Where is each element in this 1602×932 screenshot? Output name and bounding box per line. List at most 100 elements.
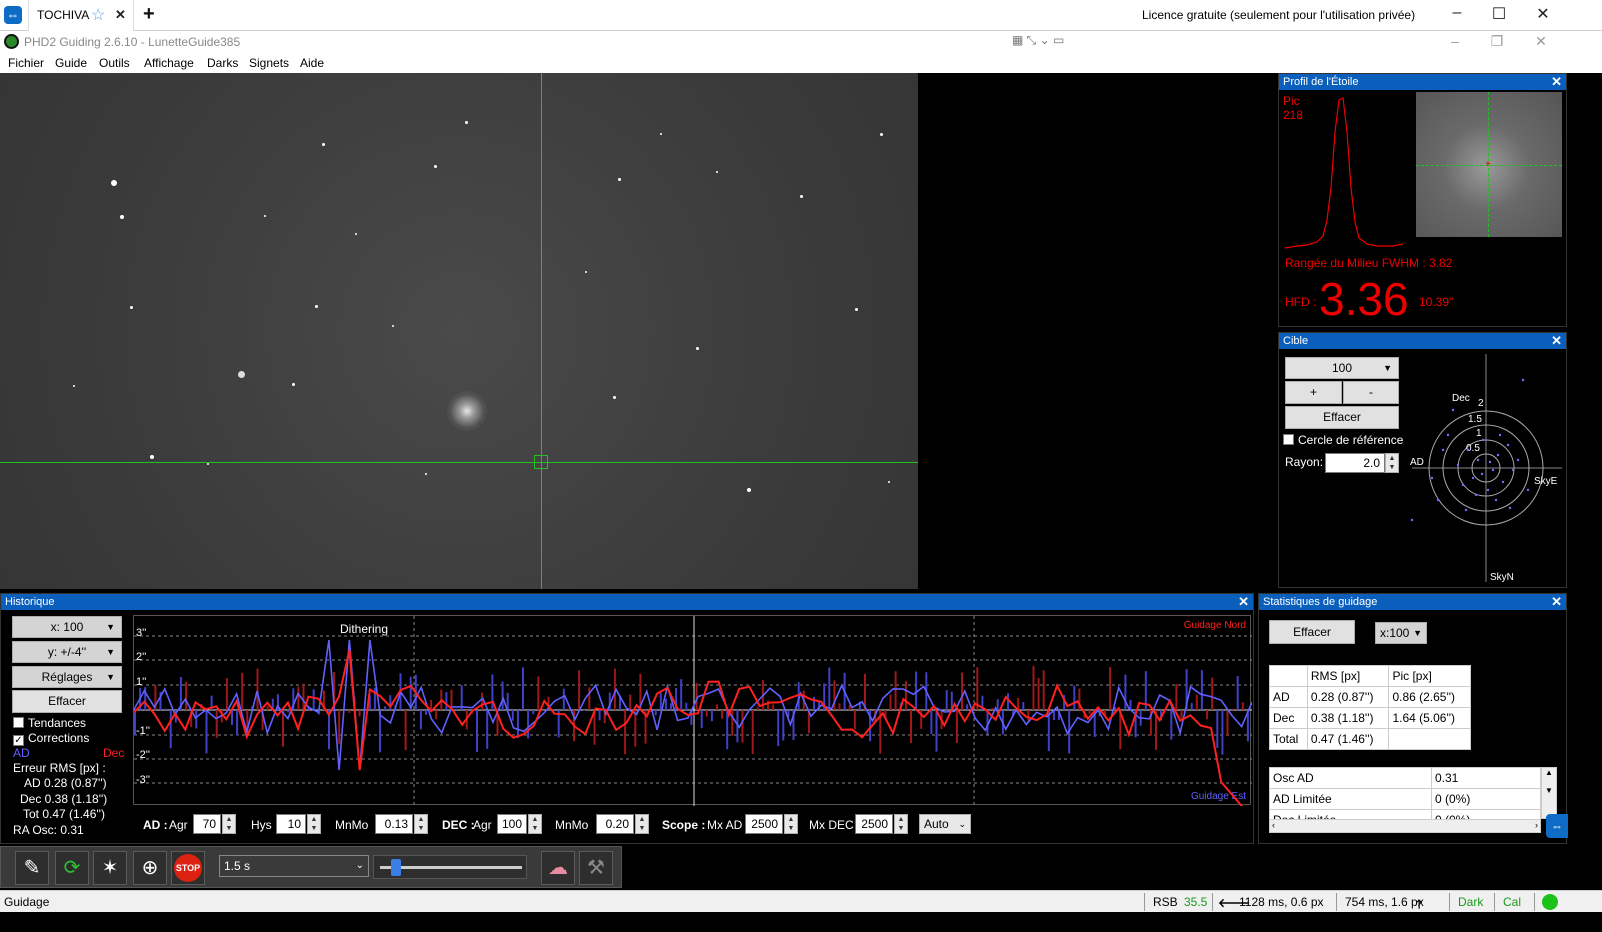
- history-graph[interactable]: 3'' 2'' 1'' -1'' -2'' -3'' Dithering Gui…: [133, 615, 1254, 819]
- ad-hysteresis-input[interactable]: 10: [276, 814, 306, 834]
- history-y-scale-select[interactable]: y: +/-4'' ▼: [12, 641, 122, 663]
- close-window-button[interactable]: ✕: [1528, 4, 1558, 24]
- y-label-1: 1'': [136, 676, 146, 688]
- dec-params-label: DEC :: [442, 818, 475, 832]
- ad-hysteresis-spinner[interactable]: ▲ ▼: [307, 814, 321, 834]
- close-icon[interactable]: ✕: [1551, 594, 1562, 610]
- correction-bar: [813, 696, 815, 710]
- dec-mode-select[interactable]: Auto ⌄: [919, 814, 971, 834]
- target-zoom-select[interactable]: 100 ▼: [1285, 357, 1399, 379]
- minimize-button[interactable]: –: [1442, 4, 1472, 22]
- correction-bar: [338, 710, 341, 744]
- camera-view[interactable]: [0, 73, 918, 589]
- dec-aggressiveness-spinner[interactable]: ▲ ▼: [528, 814, 542, 834]
- max-dec-duration-spinner[interactable]: ▲ ▼: [894, 814, 908, 834]
- phd2-minimize-button[interactable]: –: [1440, 33, 1470, 49]
- phd2-restore-button[interactable]: ❐: [1482, 33, 1512, 50]
- checkbox[interactable]: ✓: [13, 735, 24, 746]
- correction-bar: [511, 710, 514, 721]
- close-icon[interactable]: ✕: [115, 7, 126, 23]
- table-cell: Total: [1269, 728, 1308, 750]
- target-zoom-out-button[interactable]: -: [1343, 381, 1399, 404]
- plus-icon[interactable]: +: [143, 3, 155, 26]
- stop-button[interactable]: STOP: [171, 851, 205, 885]
- correction-bar: [751, 710, 754, 754]
- phd2-close-button[interactable]: ✕: [1526, 33, 1556, 50]
- ad-mnmo-label: MnMo: [335, 818, 369, 832]
- correction-bar: [195, 710, 198, 729]
- correction-bar: [266, 706, 269, 710]
- correction-bar: [991, 707, 994, 710]
- star-guide-icon[interactable]: ✶: [93, 851, 127, 885]
- stats-horizontal-scrollbar[interactable]: ‹ ›: [1269, 819, 1541, 833]
- correction-bar: [680, 679, 683, 710]
- max-ad-duration-input[interactable]: 2500: [745, 814, 783, 834]
- star-profile-panel: Profil de l'Étoile ✕ Pic 218 + Rangée du…: [1278, 73, 1567, 327]
- menu-signets[interactable]: Signets: [249, 56, 289, 70]
- dec-min-move-spinner[interactable]: ▲ ▼: [635, 814, 649, 834]
- ad-aggressiveness-spinner[interactable]: ▲ ▼: [222, 814, 236, 834]
- corrections-checkbox[interactable]: ✓ Corrections: [13, 731, 89, 746]
- radius-spinner[interactable]: ▲ ▼: [1385, 453, 1399, 473]
- loop-icon[interactable]: ⟳: [55, 851, 89, 885]
- panel-header: Profil de l'Étoile ✕: [1279, 74, 1566, 90]
- target-clear-button[interactable]: Effacer: [1285, 406, 1399, 429]
- checkbox[interactable]: [13, 717, 24, 728]
- maximize-button[interactable]: ☐: [1484, 4, 1514, 24]
- wrench-icon[interactable]: ⚒: [579, 851, 613, 885]
- menu-aide[interactable]: Aide: [300, 56, 324, 70]
- pencil-icon[interactable]: ✎: [15, 851, 49, 885]
- chevron-down-icon: ▼: [106, 622, 115, 632]
- correction-bar: [1022, 702, 1025, 710]
- menu-affichage[interactable]: Affichage: [144, 56, 194, 70]
- max-dec-duration-input[interactable]: 2500: [855, 814, 893, 834]
- reference-circle-checkbox[interactable]: Cercle de référence: [1283, 433, 1403, 447]
- radius-input[interactable]: 2.0: [1325, 453, 1385, 473]
- slider-thumb[interactable]: [391, 859, 401, 876]
- history-settings-button[interactable]: Réglages ▼: [12, 666, 122, 688]
- trends-checkbox[interactable]: Tendances: [13, 716, 86, 730]
- ad-aggressiveness-input[interactable]: 70: [193, 814, 221, 834]
- remote-tools-icon[interactable]: ▦ ⤡ ⌄ ▭: [1012, 33, 1064, 48]
- gamma-slider[interactable]: [373, 855, 527, 879]
- menu-outils[interactable]: Outils: [99, 56, 130, 70]
- history-x-scale-value: x: 100: [50, 620, 84, 634]
- correction-bar: [838, 703, 841, 710]
- history-clear-button[interactable]: Effacer: [12, 690, 122, 713]
- star-outline-icon[interactable]: ☆: [91, 5, 105, 25]
- correction-bar: [205, 710, 208, 754]
- stats-table-2-container[interactable]: Osc AD0.31 AD Limitée0 (0%) Dec Limitée0…: [1269, 767, 1541, 819]
- connection-status-icon: [1542, 894, 1558, 910]
- menu-guide[interactable]: Guide: [55, 56, 87, 70]
- stats-vertical-scrollbar[interactable]: ▲ ▼: [1541, 767, 1557, 819]
- table-cell: AD: [1269, 686, 1308, 708]
- stats-clear-button[interactable]: Effacer: [1269, 620, 1355, 644]
- correction-bar: [598, 710, 601, 721]
- max-ad-duration-spinner[interactable]: ▲ ▼: [784, 814, 798, 834]
- history-x-scale-select[interactable]: x: 100 ▼: [12, 616, 122, 638]
- exposure-select[interactable]: 1.5 s ⌄: [219, 855, 369, 877]
- checkbox[interactable]: [1283, 434, 1294, 445]
- dec-min-move-input[interactable]: 0.20: [596, 814, 634, 834]
- close-icon[interactable]: ✕: [1551, 74, 1562, 90]
- dec-aggressiveness-input[interactable]: 100: [497, 814, 527, 834]
- teamviewer-icon[interactable]: ⇔: [4, 6, 22, 24]
- correction-bar: [1226, 710, 1229, 737]
- menu-fichier[interactable]: Fichier: [8, 56, 44, 70]
- menu-darks[interactable]: Darks: [207, 56, 238, 70]
- ad-min-move-input[interactable]: 0.13: [375, 814, 413, 834]
- stats-scale-select[interactable]: x:100 ▼: [1375, 622, 1427, 644]
- crosshair-icon[interactable]: ⊕: [133, 851, 167, 885]
- tab-tochiva[interactable]: TOCHIVA ☆ ✕: [28, 0, 134, 31]
- correction-bar: [1088, 710, 1091, 714]
- target-zoom-in-button[interactable]: +: [1285, 381, 1342, 404]
- teamviewer-side-icon[interactable]: ⇔: [1546, 814, 1568, 838]
- correction-bar: [578, 670, 581, 710]
- dithering-label: Dithering: [340, 622, 388, 636]
- chevron-down-icon: ⌄: [355, 860, 364, 871]
- table-header-cell: [1269, 665, 1308, 687]
- ad-min-move-spinner[interactable]: ▲ ▼: [414, 814, 428, 834]
- close-icon[interactable]: ✕: [1238, 594, 1249, 610]
- close-icon[interactable]: ✕: [1551, 333, 1562, 349]
- brain-icon[interactable]: ☁: [541, 851, 575, 885]
